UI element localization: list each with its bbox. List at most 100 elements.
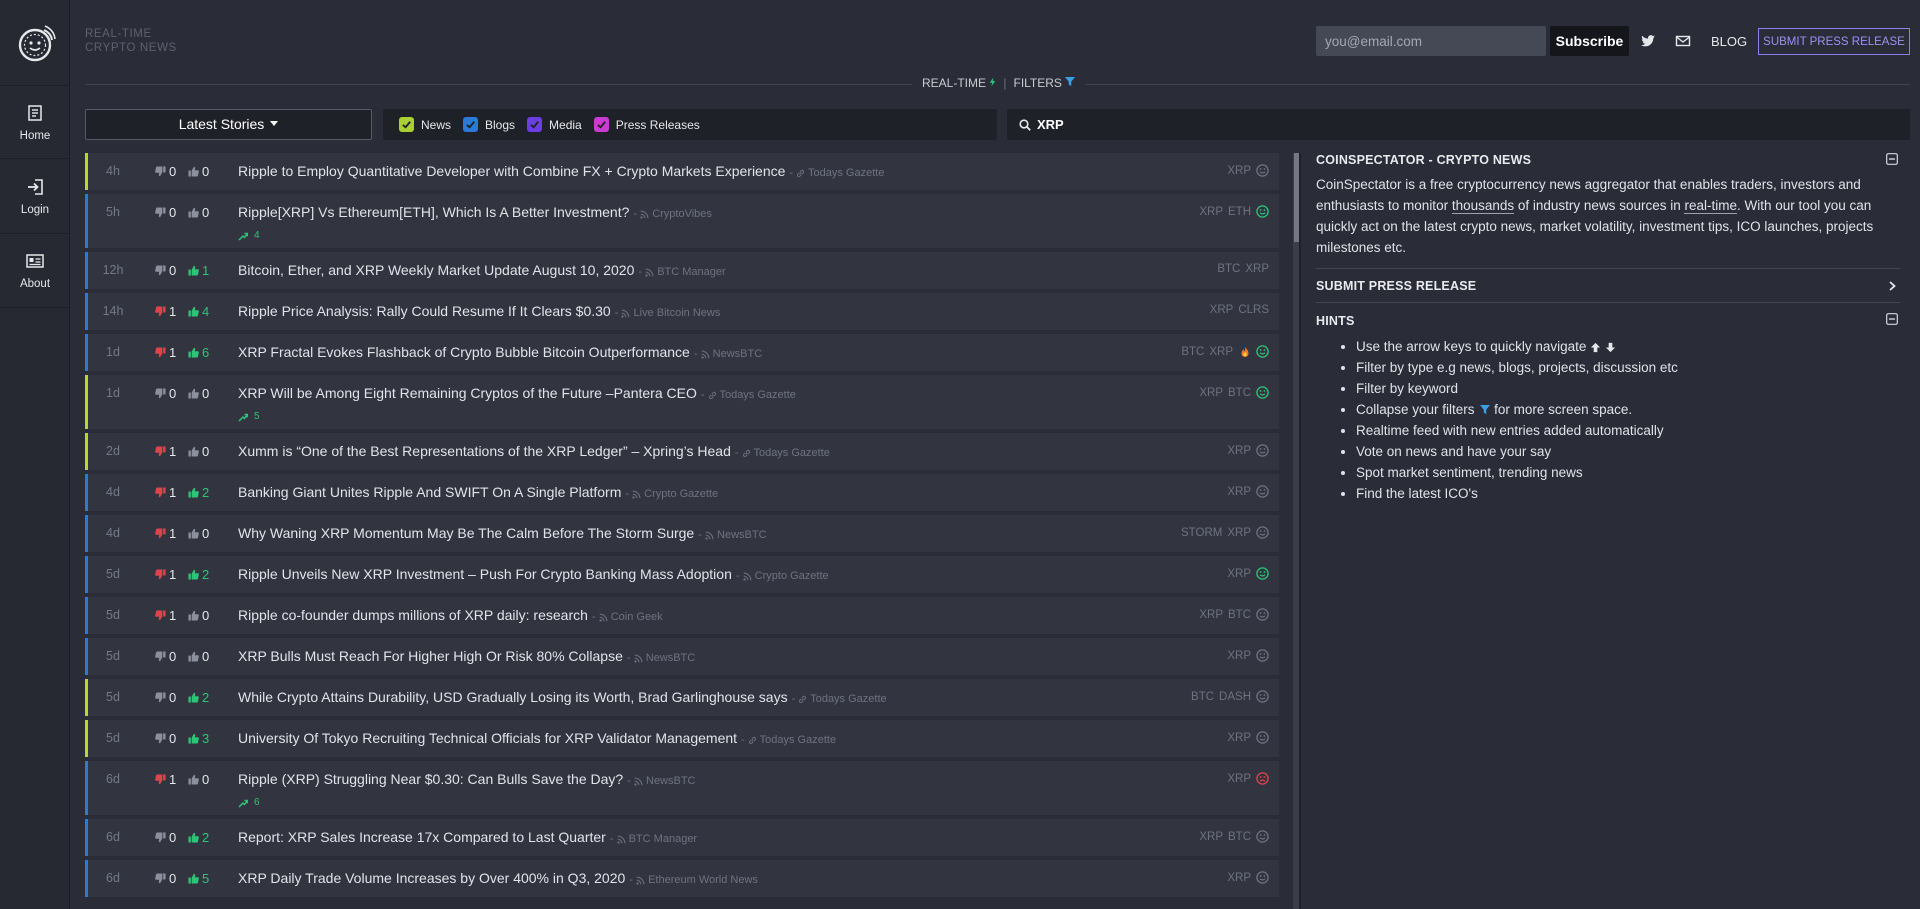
coin-tag[interactable]: ETH — [1228, 206, 1251, 218]
hints-section-header[interactable]: HINTS — [1316, 303, 1900, 328]
logo-icon[interactable] — [14, 24, 56, 66]
coin-tag[interactable]: STORM — [1181, 527, 1222, 539]
vote-up-button[interactable]: 0 — [188, 444, 209, 459]
vote-down-button[interactable]: 1 — [155, 345, 176, 360]
vote-up-button[interactable]: 5 — [188, 871, 209, 886]
vote-up-button[interactable]: 1 — [188, 263, 209, 278]
collapse-icon[interactable] — [1886, 153, 1898, 165]
news-row[interactable]: 5d 0 2 While Crypto Attains Durability, USD… — [85, 679, 1279, 716]
vote-down-button[interactable]: 1 — [155, 485, 176, 500]
email-input[interactable] — [1316, 26, 1546, 56]
story-link[interactable]: While Crypto Attains Durability, USD Gra… — [238, 689, 887, 705]
coin-tag[interactable]: XRP — [1245, 263, 1269, 275]
news-row[interactable]: 4d 1 0 Why Waning XRP Momentum May Be The C… — [85, 515, 1279, 552]
vote-up-button[interactable]: 0 — [188, 526, 209, 541]
submit-press-release-button[interactable]: SUBMIT PRESS RELEASE — [1758, 28, 1910, 55]
story-link[interactable]: XRP Bulls Must Reach For Higher High Or … — [238, 648, 695, 664]
nav-login[interactable]: Login — [0, 160, 70, 232]
vote-up-button[interactable]: 4 — [188, 304, 209, 319]
coin-tag[interactable]: XRP — [1227, 445, 1251, 457]
story-link[interactable]: Ripple Unveils New XRP Investment – Push… — [238, 566, 829, 582]
story-link[interactable]: Xumm is “One of the Best Representations… — [238, 443, 830, 459]
news-row[interactable]: 1d 0 0 XRP Will be Among Eight Remaining Cr… — [85, 375, 1279, 429]
filter-news-checkbox[interactable]: News — [399, 117, 451, 132]
coin-tag[interactable]: BTC — [1228, 831, 1251, 843]
story-link[interactable]: XRP Daily Trade Volume Increases by Over… — [238, 870, 758, 886]
filter-blogs-checkbox[interactable]: Blogs — [463, 117, 515, 132]
news-row[interactable]: 1d 1 6 XRP Fractal Evokes Flashback of Cryp… — [85, 334, 1279, 371]
filters-toggle[interactable]: FILTERS — [1013, 76, 1076, 90]
coin-tag[interactable]: XRP — [1227, 568, 1251, 580]
coin-tag[interactable]: XRP — [1210, 304, 1234, 316]
vote-up-button[interactable]: 2 — [188, 690, 209, 705]
vote-up-button[interactable]: 0 — [188, 649, 209, 664]
news-row[interactable]: 6d 0 5 XRP Daily Trade Volume Increases by … — [85, 860, 1279, 897]
coin-tag[interactable]: XRP — [1227, 165, 1251, 177]
vote-up-button[interactable]: 3 — [188, 731, 209, 746]
vote-up-button[interactable]: 2 — [188, 567, 209, 582]
story-link[interactable]: University Of Tokyo Recruiting Technical… — [238, 730, 836, 746]
vote-down-button[interactable]: 1 — [155, 444, 176, 459]
about-section-header[interactable]: COINSPECTATOR - CRYPTO NEWS — [1316, 153, 1900, 167]
story-link[interactable]: Ripple Price Analysis: Rally Could Resum… — [238, 303, 720, 319]
news-row[interactable]: 5d 0 0 XRP Bulls Must Reach For Higher High… — [85, 638, 1279, 675]
vote-up-button[interactable]: 0 — [188, 205, 209, 220]
coin-tag[interactable]: XRP — [1227, 773, 1251, 785]
vote-down-button[interactable]: 1 — [155, 526, 176, 541]
nav-about[interactable]: About — [0, 234, 70, 306]
subscribe-button[interactable]: Subscribe — [1550, 26, 1629, 56]
news-row[interactable]: 5d 1 2 Ripple Unveils New XRP Investment – … — [85, 556, 1279, 593]
sort-dropdown[interactable]: Latest Stories — [85, 109, 372, 140]
filter-media-checkbox[interactable]: Media — [527, 117, 582, 132]
vote-down-button[interactable]: 0 — [155, 830, 176, 845]
coin-tag[interactable]: XRP — [1199, 609, 1223, 621]
about-realtime-link[interactable]: real-time — [1684, 198, 1737, 214]
vote-down-button[interactable]: 0 — [155, 731, 176, 746]
coin-tag[interactable]: BTC — [1228, 387, 1251, 399]
story-link[interactable]: Ripple co-founder dumps millions of XRP … — [238, 607, 663, 623]
vote-down-button[interactable]: 1 — [155, 304, 176, 319]
vote-up-button[interactable]: 0 — [188, 386, 209, 401]
vote-up-button[interactable]: 6 — [188, 345, 209, 360]
vote-down-button[interactable]: 0 — [155, 164, 176, 179]
vote-down-button[interactable]: 0 — [155, 871, 176, 886]
vote-down-button[interactable]: 0 — [155, 386, 176, 401]
vote-up-button[interactable]: 2 — [188, 830, 209, 845]
news-row[interactable]: 12h 0 1 Bitcoin, Ether, and XRP Weekly Mark… — [85, 252, 1279, 289]
news-row[interactable]: 5h 0 0 Ripple[XRP] Vs Ethereum[ETH], Which … — [85, 194, 1279, 248]
coin-tag[interactable]: XRP — [1227, 486, 1251, 498]
twitter-icon[interactable] — [1640, 33, 1656, 49]
vote-down-button[interactable]: 0 — [155, 205, 176, 220]
coin-tag[interactable]: XRP — [1199, 831, 1223, 843]
mail-icon[interactable] — [1675, 33, 1691, 49]
news-row[interactable]: 4d 1 2 Banking Giant Unites Ripple And SWIF… — [85, 474, 1279, 511]
vote-up-button[interactable]: 0 — [188, 164, 209, 179]
coin-tag[interactable]: XRP — [1227, 872, 1251, 884]
vote-up-button[interactable]: 0 — [188, 608, 209, 623]
story-link[interactable]: Bitcoin, Ether, and XRP Weekly Market Up… — [238, 262, 726, 278]
story-link[interactable]: Report: XRP Sales Increase 17x Compared … — [238, 829, 697, 845]
coin-tag[interactable]: BTC — [1181, 346, 1204, 358]
story-link[interactable]: Ripple (XRP) Struggling Near $0.30: Can … — [238, 771, 696, 787]
story-link[interactable]: XRP Fractal Evokes Flashback of Crypto B… — [238, 344, 762, 360]
filter-press-releases-checkbox[interactable]: Press Releases — [593, 117, 700, 132]
vote-up-button[interactable]: 0 — [188, 772, 209, 787]
story-link[interactable]: Banking Giant Unites Ripple And SWIFT On… — [238, 484, 718, 500]
coin-tag[interactable]: XRP — [1199, 206, 1223, 218]
about-thousands-link[interactable]: thousands — [1451, 198, 1515, 214]
coin-tag[interactable]: XRP — [1199, 387, 1223, 399]
coin-tag[interactable]: XRP — [1227, 527, 1251, 539]
vote-down-button[interactable]: 0 — [155, 649, 176, 664]
vote-down-button[interactable]: 1 — [155, 608, 176, 623]
vote-down-button[interactable]: 1 — [155, 567, 176, 582]
coin-tag[interactable]: CLRS — [1238, 304, 1269, 316]
coin-tag[interactable]: XRP — [1227, 650, 1251, 662]
news-row[interactable]: 2d 1 0 Xumm is “One of the Best Representat… — [85, 433, 1279, 470]
story-link[interactable]: Ripple to Employ Quantitative Developer … — [238, 163, 884, 179]
coin-tag[interactable]: BTC — [1228, 609, 1251, 621]
nav-home[interactable]: Home — [0, 86, 70, 158]
press-section-header[interactable]: SUBMIT PRESS RELEASE — [1316, 269, 1900, 302]
vote-down-button[interactable]: 0 — [155, 690, 176, 705]
coin-tag[interactable]: BTC — [1191, 691, 1214, 703]
news-row[interactable]: 6d 1 0 Ripple (XRP) Struggling Near $0.30: … — [85, 761, 1279, 815]
